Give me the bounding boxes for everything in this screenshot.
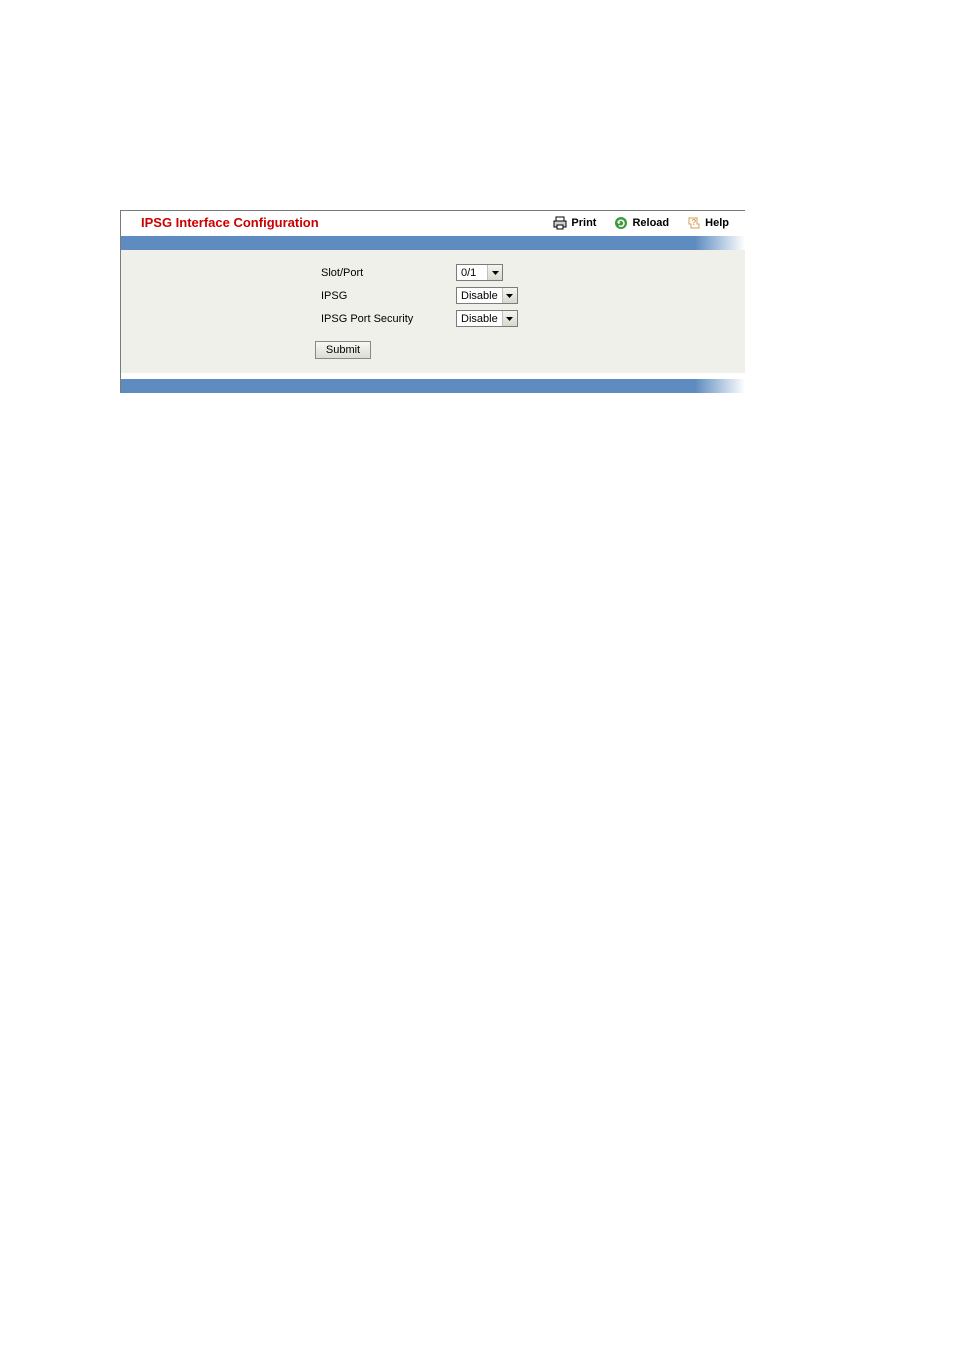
page-title: IPSG Interface Configuration [129,215,553,230]
reload-button[interactable]: Reload [614,216,669,230]
svg-text:?: ? [692,218,697,227]
ipsg-port-security-label: IPSG Port Security [121,313,456,325]
panel-header: IPSG Interface Configuration Print Reloa… [121,211,745,236]
reload-icon [614,216,628,230]
config-panel: IPSG Interface Configuration Print Reloa… [120,210,745,393]
slot-port-row: Slot/Port 0/1 [121,264,745,281]
ipsg-port-security-row: IPSG Port Security Disable [121,310,745,327]
chevron-down-icon [502,311,517,326]
submit-row: Submit [121,341,745,359]
slot-port-value: 0/1 [457,267,487,279]
chevron-down-icon [487,265,502,280]
submit-button[interactable]: Submit [315,341,371,359]
form-content: Slot/Port 0/1 IPSG Disable [121,250,745,373]
header-actions: Print Reload ? Help [553,216,737,230]
help-icon: ? [687,216,701,230]
chevron-down-icon [502,288,517,303]
slot-port-select[interactable]: 0/1 [456,264,503,281]
ipsg-row: IPSG Disable [121,287,745,304]
print-button[interactable]: Print [553,216,596,230]
ipsg-label: IPSG [121,290,456,302]
print-label: Print [571,217,596,229]
ipsg-port-security-value: Disable [457,313,502,325]
slot-port-label: Slot/Port [121,267,456,279]
ipsg-select[interactable]: Disable [456,287,518,304]
ipsg-value: Disable [457,290,502,302]
help-button[interactable]: ? Help [687,216,729,230]
print-icon [553,216,567,230]
bottom-bar [121,379,745,393]
reload-label: Reload [632,217,669,229]
top-bar [121,236,745,250]
ipsg-port-security-select[interactable]: Disable [456,310,518,327]
help-label: Help [705,217,729,229]
